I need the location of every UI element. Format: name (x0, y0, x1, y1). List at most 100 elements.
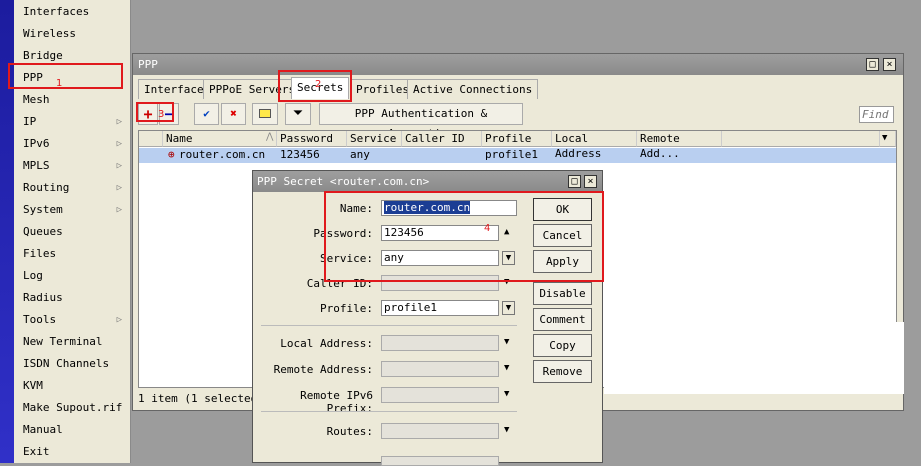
comment-button[interactable]: Comment (533, 308, 592, 331)
annotation-box-ppp (8, 63, 123, 89)
submenu-arrow-icon: ▷ (116, 139, 122, 149)
annotation-number-4: 4 (484, 223, 491, 234)
tab-profiles[interactable]: Profiles (350, 79, 415, 99)
column-header-blank[interactable] (139, 131, 163, 147)
column-header-name[interactable]: Name (163, 131, 277, 147)
annotation-number-2: 2 (315, 79, 322, 90)
sidebar-item-ipv6[interactable]: IPv6 ▷ (14, 133, 130, 155)
sidebar-item-system[interactable]: System ▷ (14, 199, 130, 221)
find-input[interactable] (859, 106, 894, 123)
cell-password: 123456 (280, 148, 320, 161)
submenu-arrow-icon: ▷ (116, 161, 122, 171)
enable-button[interactable]: ✔ (194, 103, 219, 125)
columns-dropdown-icon[interactable]: ▼ (880, 131, 896, 147)
sidebar-item-label: IPv6 (23, 137, 50, 150)
ppp-window-title: PPP (133, 54, 903, 75)
routes-expand-icon[interactable]: ▼ (504, 425, 509, 435)
sidebar-item-label: Routing (23, 181, 70, 194)
sidebar-item-kvm[interactable]: KVM (14, 375, 130, 397)
sidebar-item-new-terminal[interactable]: New Terminal (14, 331, 130, 353)
annotation-number-1: 1 (56, 78, 63, 89)
remote-address-label: Remote Address: (273, 363, 373, 376)
x-icon: ✖ (230, 107, 237, 120)
separator (261, 325, 517, 326)
sidebar-item-label: Log (23, 269, 43, 282)
sidebar-item-interfaces[interactable]: Interfaces (14, 1, 130, 23)
dialog-restore-icon[interactable]: □ (568, 175, 581, 188)
submenu-arrow-icon: ▷ (116, 315, 122, 325)
remote-ipv6-prefix-field[interactable] (381, 387, 499, 403)
sidebar-item-mpls[interactable]: MPLS ▷ (14, 155, 130, 177)
sidebar-item-isdn-channels[interactable]: ISDN Channels (14, 353, 130, 375)
column-header-local-address[interactable]: Local Address (552, 131, 637, 160)
comment-button[interactable] (252, 103, 278, 125)
cell-service: any (350, 148, 370, 161)
local-address-field[interactable] (381, 335, 499, 351)
sidebar-item-label: System (23, 203, 63, 216)
routes-label: Routes: (326, 425, 373, 438)
sidebar-item-queues[interactable]: Queues (14, 221, 130, 243)
sidebar-item-label: Queues (23, 225, 63, 238)
background-patch (604, 322, 904, 394)
sidebar-item-tools[interactable]: Tools ▷ (14, 309, 130, 331)
restore-icon[interactable]: □ (866, 58, 879, 71)
dialog-title: PPP Secret <router.com.cn> (253, 171, 602, 192)
cell-name: router.com.cn (179, 148, 266, 161)
annotation-box-add (136, 102, 174, 122)
copy-button[interactable]: Copy (533, 334, 592, 357)
tab-interface[interactable]: Interface (138, 79, 210, 99)
sidebar-item-label: Interfaces (23, 5, 90, 18)
sidebar-item-make-supout-rif[interactable]: Make Supout.rif (14, 397, 130, 419)
column-header-password[interactable]: Password (277, 131, 347, 147)
sidebar-item-wireless[interactable]: Wireless (14, 23, 130, 45)
remote-address-expand-icon[interactable]: ▼ (504, 363, 509, 373)
sidebar-item-label: MPLS (23, 159, 50, 172)
dialog-close-icon[interactable]: × (584, 175, 597, 188)
column-header-filler (722, 131, 880, 147)
column-header-profile[interactable]: Profile (482, 131, 552, 147)
check-icon: ✔ (203, 107, 210, 120)
filter-icon: ⏷ (292, 106, 304, 121)
disable-button[interactable]: Disable (533, 282, 592, 305)
disable-button[interactable]: ✖ (221, 103, 246, 125)
routes-field[interactable] (381, 423, 499, 439)
profile-dropdown-icon[interactable]: ▼ (502, 301, 515, 315)
close-icon[interactable]: × (883, 58, 896, 71)
note-icon (259, 109, 271, 118)
sidebar-item-files[interactable]: Files (14, 243, 130, 265)
cell-profile: profile1 (485, 148, 538, 161)
ppp-auth-accounting-button[interactable]: PPP Authentication & Accounting (319, 103, 523, 140)
column-header-service[interactable]: Service (347, 131, 402, 147)
sidebar-item-label: ISDN Channels (23, 357, 110, 370)
filter-button[interactable]: ⏷ (285, 103, 311, 125)
sidebar-item-radius[interactable]: Radius (14, 287, 130, 309)
sidebar-item-routing[interactable]: Routing ▷ (14, 177, 130, 199)
sidebar-item-label: Mesh (23, 93, 50, 106)
status-bar: 1 item (1 selected) (138, 392, 264, 405)
sidebar-item-label: Make Supout.rif (23, 401, 123, 414)
remote-ipv6-prefix-expand-icon[interactable]: ▼ (504, 389, 509, 399)
separator (261, 411, 517, 412)
sidebar-item-label: New Terminal (23, 335, 103, 348)
profile-select[interactable]: profile1 (381, 300, 499, 316)
submenu-arrow-icon: ▷ (116, 117, 122, 127)
sidebar-item-label: Wireless (23, 27, 76, 40)
tab-active-connections[interactable]: Active Connections (407, 79, 539, 99)
column-header-caller-id[interactable]: Caller ID (402, 131, 482, 147)
sidebar-item-mesh[interactable]: Mesh (14, 89, 130, 111)
sidebar-item-log[interactable]: Log (14, 265, 130, 287)
annotation-box-fields (324, 191, 604, 282)
annotation-number-3: 3 (158, 109, 165, 120)
sidebar-item-ip[interactable]: IP ▷ (14, 111, 130, 133)
profile-label: Profile: (320, 302, 373, 315)
sidebar-item-manual[interactable]: Manual (14, 419, 130, 441)
remote-address-field[interactable] (381, 361, 499, 377)
submenu-arrow-icon: ▷ (116, 205, 122, 215)
sidebar-item-exit[interactable]: Exit (14, 441, 130, 463)
sidebar-item-label: Manual (23, 423, 63, 436)
sidebar-item-label: KVM (23, 379, 43, 392)
local-address-expand-icon[interactable]: ▼ (504, 337, 509, 347)
next-field-partial[interactable] (381, 456, 499, 466)
remove-button[interactable]: Remove (533, 360, 592, 383)
column-header-remote-address[interactable]: Remote Add... (637, 131, 722, 160)
